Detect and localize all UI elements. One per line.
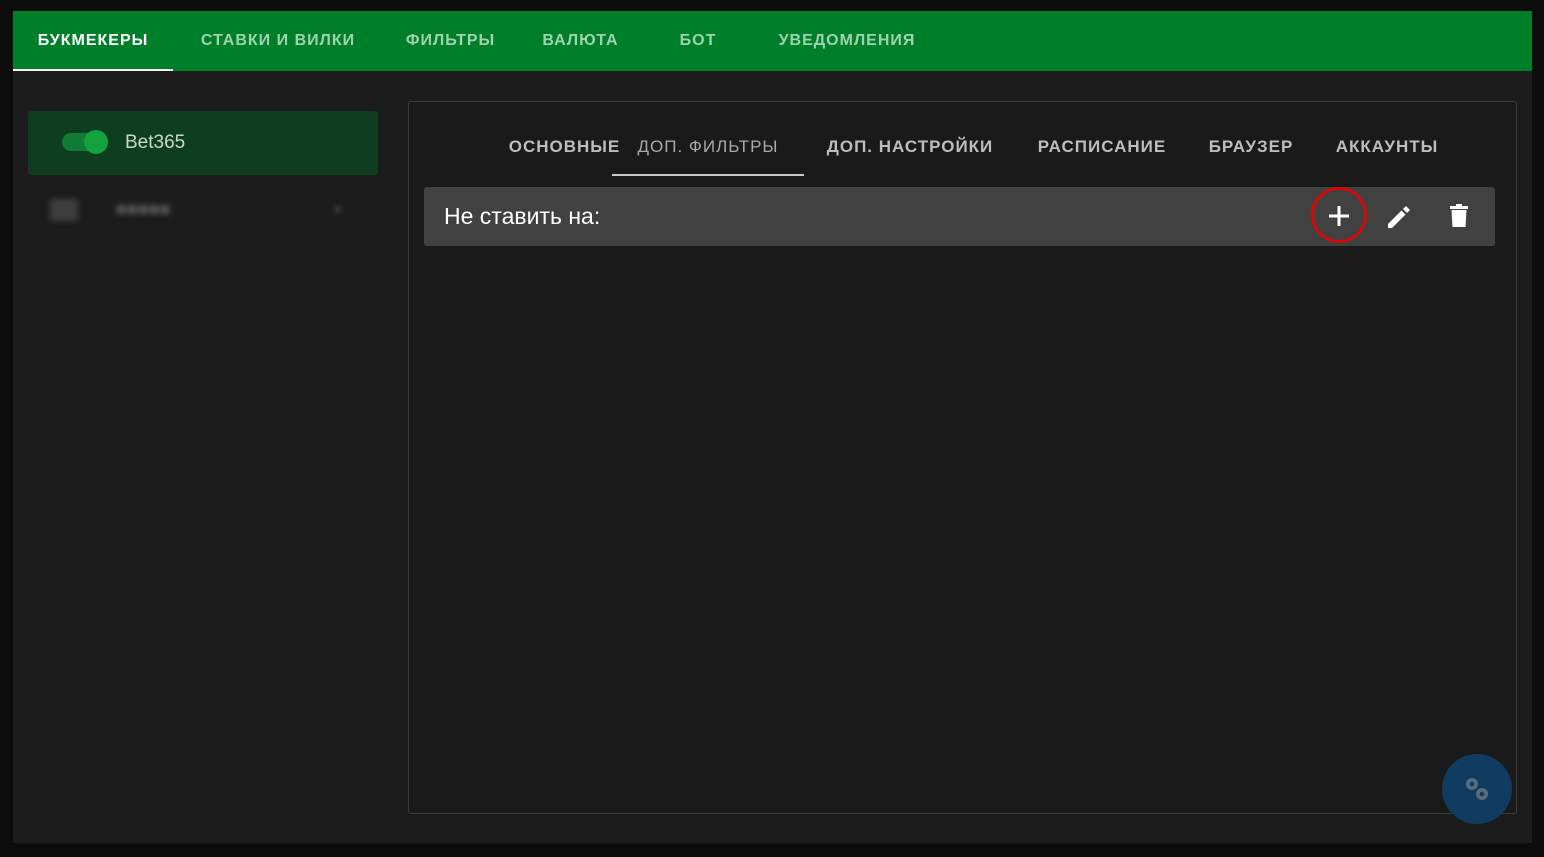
delete-button[interactable] [1438,195,1480,237]
tab-bets-and-forks[interactable]: СТАВКИ И ВИЛКИ [173,11,383,71]
bookmaker-list: Bet365 ■■■■■ ▾ [28,111,378,243]
add-button[interactable] [1318,195,1360,237]
tab-bookmakers[interactable]: БУКМЕКЕРЫ [13,11,173,71]
tab-extra-settings[interactable]: ДОП. НАСТРОЙКИ [804,126,1016,176]
chevron-down-icon: ▾ [334,201,342,217]
app-window: БУКМЕКЕРЫ СТАВКИ И ВИЛКИ ФИЛЬТРЫ ВАЛЮТА … [13,11,1532,843]
folder-icon [50,199,78,221]
folder-label: ■■■■■ [116,199,171,219]
settings-fab[interactable] [1442,754,1512,824]
top-nav: БУКМЕКЕРЫ СТАВКИ И ВИЛКИ ФИЛЬТРЫ ВАЛЮТА … [13,11,1532,71]
blurred-folder-item[interactable]: ■■■■■ ▾ [28,175,378,243]
tab-extra-filters[interactable]: ДОП. ФИЛЬТРЫ [612,126,804,176]
filter-block-header: Не ставить на: [424,187,1495,246]
tab-schedule[interactable]: РАСПИСАНИЕ [1016,126,1188,176]
tab-bot[interactable]: БОТ [643,11,753,71]
edit-button[interactable] [1378,195,1420,237]
tab-notifications[interactable]: УВЕДОМЛЕНИЯ [753,11,941,71]
plus-icon [1329,206,1349,226]
bookmaker-item-bet365[interactable]: Bet365 [28,111,378,175]
tab-currency[interactable]: ВАЛЮТА [518,11,643,71]
settings-gears-icon [1466,778,1488,800]
filter-block-title: Не ставить на: [444,203,601,229]
pencil-icon [1388,206,1410,228]
trash-icon [1450,204,1468,227]
tab-filters[interactable]: ФИЛЬТРЫ [383,11,518,71]
toggle-knob [84,130,108,154]
tab-accounts[interactable]: АККАУНТЫ [1314,126,1460,176]
tab-browser[interactable]: БРАУЗЕР [1188,126,1314,176]
settings-panel: ОСНОВНЫЕ ДОП. ФИЛЬТРЫ ДОП. НАСТРОЙКИ РАС… [408,101,1517,814]
bookmaker-name: Bet365 [125,132,186,153]
